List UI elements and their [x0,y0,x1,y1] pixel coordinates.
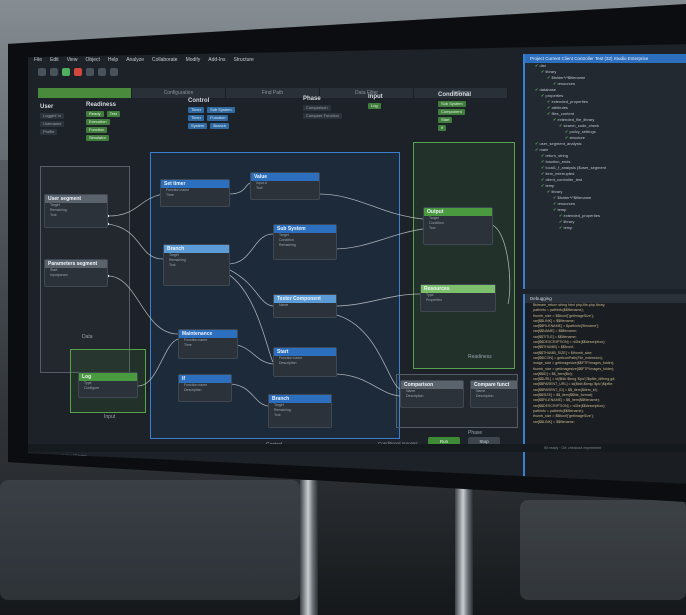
blurred-object-left [0,480,300,600]
node-comparison[interactable]: Comparison Name Description [400,380,464,408]
node-port[interactable]: Tool [251,186,319,191]
node-set-timer[interactable]: Set timer Function name Time [160,179,230,207]
node-title: Parameters segment [45,260,107,268]
node-tester-component[interactable]: Tester Component Name [273,294,337,318]
tree-item-label: $folder*/*$filename [557,195,592,200]
tree-item-label: policy_settings [569,129,596,134]
node-title: Branch [269,395,331,403]
tree-item-label: temp [563,225,573,230]
tree-item-label: item_interrupted [545,171,575,176]
tree-item-label: extended_file_library [557,117,595,122]
tree-item-label: library [563,219,575,224]
tree-item-label: temp [557,207,567,212]
code-lines: $stream_return string html php-file-php … [525,303,686,425]
node-log[interactable]: Log Type Configure [78,372,138,398]
node-title: Log [79,373,137,381]
monitor-bezel: File Edit View Object Help Analyze Colla… [8,4,686,502]
tree-item-label: $folder*/*$filename [551,75,586,80]
node-title: Tester Component [274,295,336,303]
node-value[interactable]: Value Input A Tool [250,172,320,200]
node-resources[interactable]: Resources Type Properties [420,284,496,312]
tree-item-label: attributes [551,105,568,110]
node-user-segment[interactable]: User segment Target Remaining Tool [44,194,108,228]
tree-item-label: temp [545,183,555,188]
node-title: Maintenance [179,330,237,338]
project-tree-header: Project Current Client Controller Test (… [525,54,686,63]
debug-header: Debugging [525,294,686,303]
debug-code-panel: Debugging $stream_return string html php… [523,294,686,484]
tree-item-label: user_segment_analysis [539,141,582,146]
tree-item-label: extended_properties [563,213,600,218]
tree-item-label: library [545,69,557,74]
node-branch-2[interactable]: Branch Target Remaining Tool [268,394,332,428]
tree-item-label: files_content [551,111,574,116]
node-port[interactable]: Tool [164,263,229,268]
project-tree-list: ✔ dist ✔ library ✔ $folder*/*$filename ✔ re… [525,63,686,231]
status-right: Kit ready · Git: checkout experiment [544,446,602,450]
monitor-stand-pole-right [455,480,473,615]
node-port[interactable]: Time [179,343,237,348]
tree-item[interactable]: ✔ temp [525,225,686,231]
node-title: Branch [164,245,229,253]
node-port[interactable]: Inputparam [45,273,107,278]
node-parameters-segment[interactable]: Parameters segment Start Inputparam [44,259,108,287]
node-title: Value [251,173,319,181]
status-left: Line 28, Col 40 · Buffer: 32 bytes [34,454,87,458]
tree-item-label: properties [545,93,564,98]
tree-item-label: search_code_check [563,123,600,128]
node-port[interactable]: Tool [424,226,492,231]
node-if[interactable]: If Function name Description [178,374,232,402]
tree-item-label: extended_properties [551,99,588,104]
node-maintenance[interactable]: Maintenance Function name Time [178,329,238,359]
node-title: Comparison [401,381,463,389]
tree-item-label: database [539,87,556,92]
node-port[interactable]: Tool [269,413,331,418]
tree-item-label: return_string [545,153,568,158]
tree-item-label: function_ends [545,159,571,164]
node-sub-system[interactable]: Sub System Target Condition Remaining [273,224,337,260]
monitor-stand-pole-left [300,480,318,615]
code-line: var[$$LINK] = $$filename; [533,419,575,424]
project-tree-panel: Project Current Client Controller Test (… [523,54,686,289]
node-title: User segment [45,195,107,203]
node-port[interactable]: Properties [421,298,495,303]
node-title: Output [424,208,492,216]
blurred-object-right [520,500,686,600]
tree-item-label: dist [539,63,546,68]
node-title: Sub System [274,225,336,233]
node-port[interactable]: Description [401,394,463,399]
node-title: If [179,375,231,383]
node-title: Set timer [161,180,229,188]
node-title: Compare funct [471,381,517,389]
tree-item-label: structure [569,135,586,140]
node-port[interactable]: Time [161,193,229,198]
tree-item-label: local1_f_analysis ($user_segment [545,165,606,170]
tree-item-label: resources [557,201,576,206]
tree-item-label: client_controller_test [545,177,583,182]
node-branch[interactable]: Branch Target Remaining Tool [163,244,230,286]
node-port[interactable]: Name [274,303,336,308]
node-title: Resources [421,285,495,293]
node-output[interactable]: Output Target Condition Tool [423,207,493,245]
node-title: Start [274,348,336,356]
status-bar: Line 28, Col 40 · Buffer: 32 bytes Kit r… [28,444,686,458]
node-port[interactable]: Remaining [274,243,336,248]
tree-item-label: main [539,147,549,152]
node-port[interactable]: Description [274,361,336,366]
tree-item-label: library [551,189,563,194]
node-port[interactable]: Description [471,394,517,399]
monitor-screen: File Edit View Object Help Analyze Colla… [28,44,686,484]
node-port[interactable]: Tool [45,213,107,218]
node-compare-function[interactable]: Compare funct Name Description [470,380,518,408]
tree-item-label: resources [557,81,576,86]
node-port[interactable]: Configure [79,386,137,391]
node-start[interactable]: Start Function name Description [273,347,337,377]
node-port[interactable]: Description [179,388,231,393]
